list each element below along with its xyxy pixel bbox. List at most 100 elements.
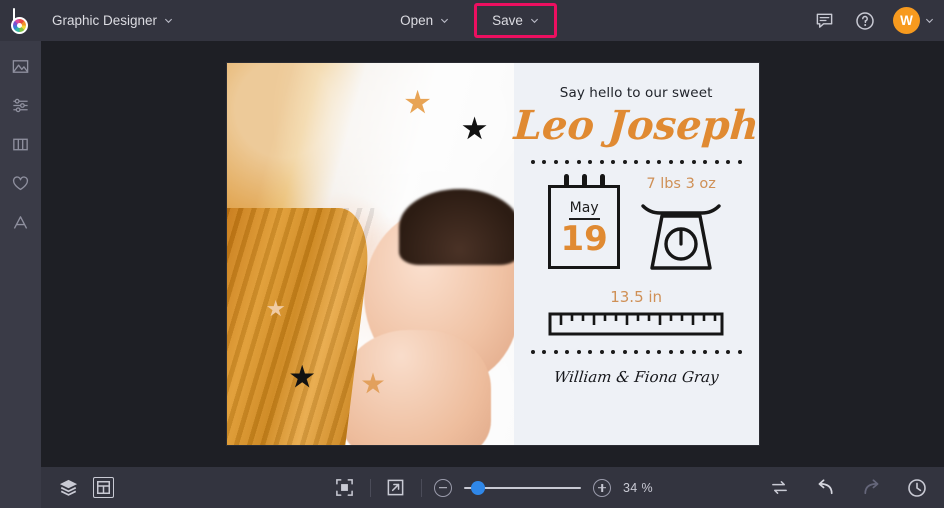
divider-dot bbox=[692, 350, 696, 354]
chevron-down-icon bbox=[530, 16, 539, 25]
divider-dot bbox=[738, 350, 742, 354]
sidebar-item-templates[interactable] bbox=[5, 131, 37, 157]
open-button-label: Open bbox=[400, 13, 433, 28]
expand-arrow-icon[interactable] bbox=[383, 475, 409, 501]
save-button[interactable]: Save bbox=[479, 7, 552, 34]
divider-dot bbox=[646, 350, 650, 354]
divider-dot bbox=[611, 160, 615, 164]
divider-dot bbox=[703, 160, 707, 164]
befunky-logo-icon bbox=[9, 8, 33, 34]
app-header: Graphic Designer Open Save bbox=[0, 0, 944, 41]
sliders-icon bbox=[11, 96, 30, 115]
chevron-down-icon bbox=[440, 16, 449, 25]
divider-dot bbox=[588, 350, 592, 354]
artboard[interactable]: Say hello to our sweet Leo Joseph May 19 bbox=[227, 63, 759, 445]
divider-dot bbox=[715, 160, 719, 164]
chevron-down-icon bbox=[925, 16, 934, 25]
announcement-card: Say hello to our sweet Leo Joseph May 19 bbox=[514, 63, 759, 445]
divider-dot bbox=[542, 160, 546, 164]
ruler-icon bbox=[548, 311, 724, 337]
divider-dot bbox=[554, 350, 558, 354]
birth-month: May bbox=[569, 199, 600, 220]
image-icon bbox=[11, 57, 30, 76]
divider-dot bbox=[680, 350, 684, 354]
divider-dot bbox=[738, 160, 742, 164]
divider-dot bbox=[600, 160, 604, 164]
zoom-in-button[interactable] bbox=[593, 479, 611, 497]
star-icon bbox=[462, 116, 487, 141]
birth-length: 13.5 in bbox=[610, 288, 662, 306]
divider-dot bbox=[703, 350, 707, 354]
avatar: W bbox=[893, 7, 920, 34]
dotted-divider-top bbox=[531, 160, 742, 164]
baby-name: Leo Joseph bbox=[512, 105, 758, 147]
sidebar-item-edit[interactable] bbox=[5, 92, 37, 118]
sidebar-item-image[interactable] bbox=[5, 53, 37, 79]
divider-dot bbox=[577, 350, 581, 354]
heart-icon bbox=[11, 174, 30, 193]
divider-dot bbox=[634, 350, 638, 354]
divider-dot bbox=[588, 160, 592, 164]
divider-dot bbox=[646, 160, 650, 164]
brand-logo[interactable] bbox=[0, 0, 41, 41]
chevron-down-icon bbox=[164, 16, 173, 25]
weight-scale-icon bbox=[640, 198, 722, 272]
star-icon bbox=[405, 90, 431, 116]
sidebar-item-text[interactable] bbox=[5, 209, 37, 235]
zoom-slider-handle[interactable] bbox=[471, 481, 485, 495]
columns-icon bbox=[11, 135, 30, 154]
divider-dot bbox=[669, 160, 673, 164]
birth-date-calendar: May 19 bbox=[548, 176, 620, 269]
divider-dot bbox=[657, 160, 661, 164]
layers-icon[interactable] bbox=[55, 475, 81, 501]
card-headline: Say hello to our sweet bbox=[560, 85, 713, 101]
bottom-left-tools bbox=[41, 475, 114, 501]
divider-dot bbox=[577, 160, 581, 164]
divider-dot bbox=[600, 350, 604, 354]
divider-dot bbox=[623, 350, 627, 354]
parents-signature: William & Fiona Gray bbox=[553, 368, 719, 386]
divider-dot bbox=[669, 350, 673, 354]
save-button-label: Save bbox=[492, 13, 523, 28]
divider-dot bbox=[565, 160, 569, 164]
redo-arrow-icon[interactable] bbox=[858, 475, 884, 501]
divider-dot bbox=[726, 350, 730, 354]
zoom-slider[interactable] bbox=[464, 481, 581, 495]
divider-dot bbox=[554, 160, 558, 164]
birth-weight: 7 lbs 3 oz bbox=[646, 176, 716, 192]
zoom-out-button[interactable] bbox=[434, 479, 452, 497]
history-clock-icon[interactable] bbox=[904, 475, 930, 501]
divider-dot bbox=[680, 160, 684, 164]
divider-dot bbox=[611, 350, 615, 354]
baby-photo[interactable] bbox=[227, 63, 514, 445]
project-name-dropdown[interactable]: Graphic Designer bbox=[41, 7, 184, 34]
header-right-actions: W bbox=[811, 0, 934, 41]
zoom-level-value: 34 % bbox=[623, 481, 653, 495]
open-button[interactable]: Open bbox=[387, 7, 462, 34]
left-sidebar bbox=[0, 41, 41, 508]
bottom-toolbar: 34 % bbox=[41, 467, 944, 508]
divider-dot bbox=[542, 350, 546, 354]
fit-to-screen-icon[interactable] bbox=[332, 475, 358, 501]
divider-dot bbox=[657, 350, 661, 354]
divider-dot bbox=[623, 160, 627, 164]
stats-row: May 19 7 lbs 3 oz bbox=[548, 176, 724, 272]
app-root: Graphic Designer Open Save bbox=[0, 0, 944, 508]
birth-weight-block: 7 lbs 3 oz bbox=[638, 176, 724, 272]
canvas-area[interactable]: Say hello to our sweet Leo Joseph May 19 bbox=[41, 41, 944, 467]
chat-bubble-icon[interactable] bbox=[811, 8, 837, 34]
compare-swap-icon[interactable] bbox=[766, 475, 792, 501]
birth-day: 19 bbox=[560, 222, 607, 257]
divider-dot bbox=[531, 350, 535, 354]
text-a-icon bbox=[11, 213, 30, 232]
user-menu[interactable]: W bbox=[893, 7, 934, 34]
save-button-highlight: Save bbox=[474, 3, 557, 38]
sidebar-item-favorites[interactable] bbox=[5, 170, 37, 196]
help-circle-icon[interactable] bbox=[852, 8, 878, 34]
bottom-right-tools bbox=[766, 475, 930, 501]
undo-arrow-icon[interactable] bbox=[812, 475, 838, 501]
divider-dot bbox=[692, 160, 696, 164]
divider-dot bbox=[715, 350, 719, 354]
layout-grid-icon[interactable] bbox=[93, 477, 114, 498]
divider-dot bbox=[634, 160, 638, 164]
